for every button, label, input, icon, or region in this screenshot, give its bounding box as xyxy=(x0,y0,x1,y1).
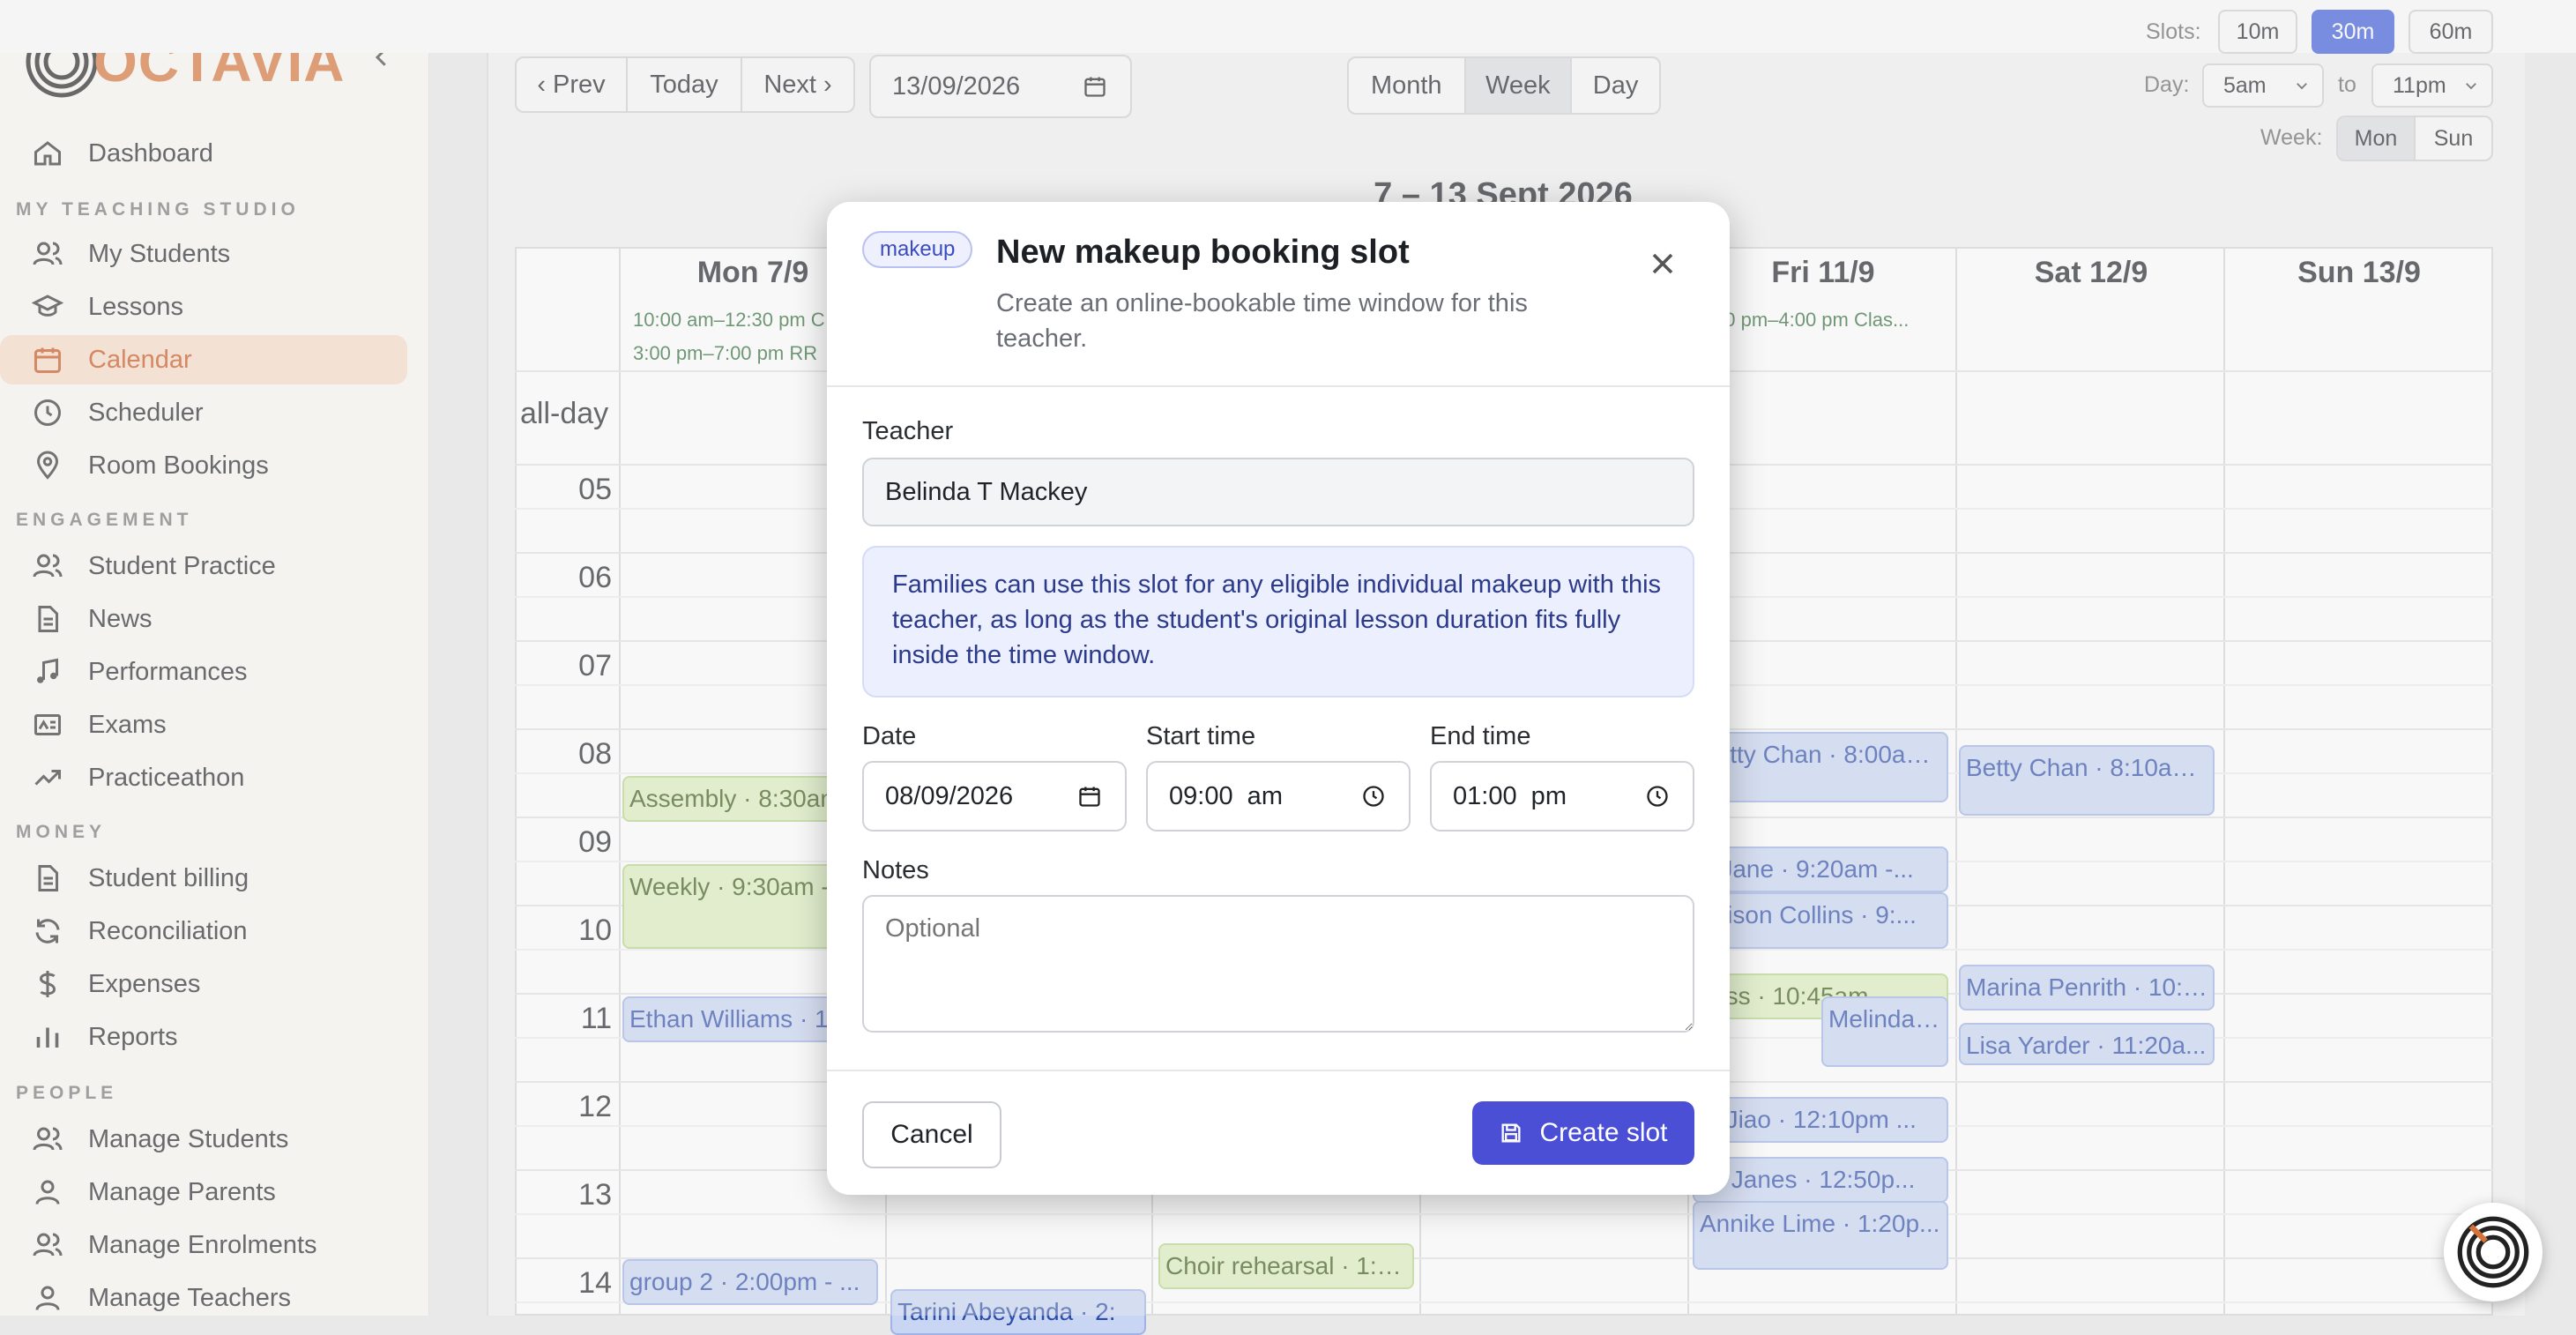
cancel-button[interactable]: Cancel xyxy=(862,1101,1001,1168)
assistant-button[interactable] xyxy=(2444,1203,2542,1301)
start-time-field[interactable]: 09:00 am xyxy=(1146,761,1411,832)
notes-label: Notes xyxy=(862,856,929,884)
notes-textarea[interactable] xyxy=(862,895,1694,1033)
footer-divider xyxy=(827,1070,1730,1071)
header-divider xyxy=(827,385,1730,387)
teacher-label: Teacher xyxy=(862,417,954,445)
end-time-field[interactable]: 01:00 pm xyxy=(1430,761,1694,832)
start-time-value: 09:00 am xyxy=(1169,781,1283,810)
date-value: 08/09/2026 xyxy=(885,781,1014,810)
start-time-label: Start time xyxy=(1146,722,1256,750)
octavia-logo-icon xyxy=(2457,1216,2529,1288)
info-callout: Families can use this slot for any eligi… xyxy=(862,546,1694,697)
clock-icon xyxy=(1647,786,1668,807)
calendar-icon xyxy=(1079,787,1100,807)
dialog-subtitle: Create an online-bookable time window fo… xyxy=(996,289,1528,353)
date-label: Date xyxy=(862,722,917,750)
save-icon xyxy=(1501,1123,1521,1143)
dialog-title: New makeup booking slot xyxy=(996,234,1410,271)
create-slot-button[interactable]: Create slot xyxy=(1472,1101,1694,1165)
teacher-field: Belinda T Mackey xyxy=(862,458,1694,526)
clock-icon xyxy=(1363,786,1384,807)
new-makeup-slot-dialog: makeup New makeup booking slot Create an… xyxy=(827,202,1730,1195)
close-icon xyxy=(1652,253,1673,274)
date-field[interactable]: 08/09/2026 xyxy=(862,761,1127,832)
teacher-value: Belinda T Mackey xyxy=(885,477,1088,506)
close-button[interactable] xyxy=(1645,246,1680,281)
makeup-badge: makeup xyxy=(862,231,973,268)
create-slot-label: Create slot xyxy=(1539,1118,1668,1147)
end-time-value: 01:00 pm xyxy=(1453,781,1567,810)
end-time-label: End time xyxy=(1430,722,1531,750)
